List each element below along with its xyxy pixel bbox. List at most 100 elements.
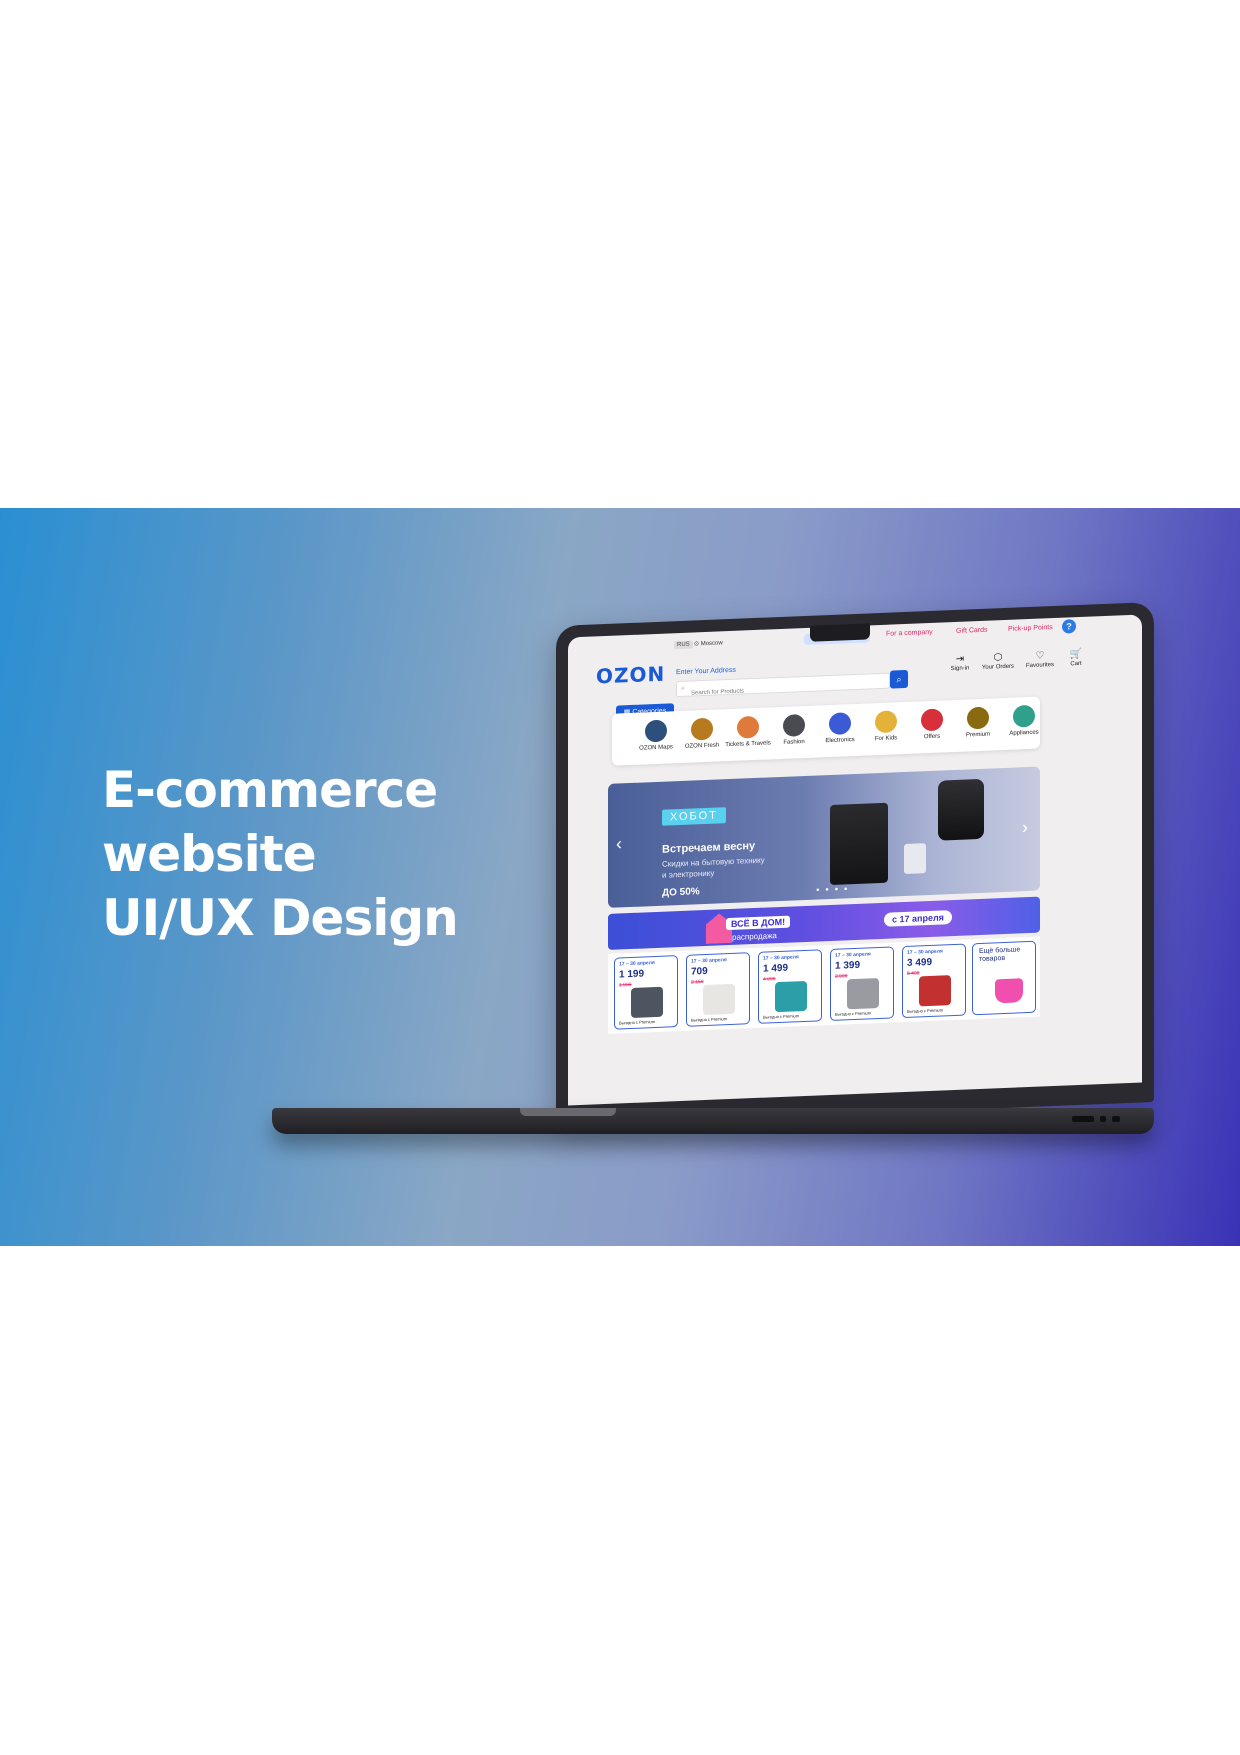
product-date: 17 – 30 апреля [619, 960, 655, 968]
city-selector[interactable]: ⊙ Moscow [694, 639, 723, 647]
account-cart-button[interactable]: 🛒 Cart [1056, 648, 1096, 668]
product-image [847, 978, 879, 1010]
laptop-base [272, 1108, 1154, 1134]
category-item[interactable]: OZON Maps [632, 719, 680, 753]
laptop-mockup: RUS ⊙ Moscow Become a seller For a compa… [0, 508, 1240, 1246]
account-heart-button[interactable]: ♡ Favourites [1020, 650, 1060, 670]
category-item[interactable]: Fashion [770, 713, 818, 747]
product-footer: Выгодно с Premium [907, 1007, 944, 1014]
gift-cards-link[interactable]: Gift Cards [956, 627, 988, 635]
promo-badge: ВСЁ В ДОМ! [726, 915, 791, 931]
account-label: Sign-in [950, 665, 970, 673]
product-old-price: 5 499 [907, 970, 920, 977]
category-item[interactable]: Offers [908, 708, 956, 742]
category-icon [737, 715, 759, 739]
product-date: 17 – 30 апреля [835, 951, 871, 959]
ozon-logo[interactable]: OZON [596, 662, 665, 689]
category-label: For Kids [874, 735, 898, 743]
search-button[interactable]: ⌕ [890, 669, 908, 689]
hero-subtitle-2: и электронику [662, 868, 715, 880]
hero-banner: E-commerce website UI/UX Design RUS ⊙ Mo… [0, 508, 1240, 1246]
product-price: 1 399 [835, 959, 861, 972]
product-card[interactable]: 17 – 30 апреля 1 399 2 999 Выгодно с Premiu… [830, 946, 894, 1021]
product-image [775, 980, 807, 1013]
category-item[interactable]: Electronics [816, 712, 864, 746]
category-item[interactable]: Appliances [1000, 704, 1048, 738]
laptop-lid: RUS ⊙ Moscow Become a seller For a compa… [556, 601, 1154, 1126]
product-price: 1 499 [763, 962, 789, 975]
product-price: 709 [691, 965, 708, 978]
product-date: 17 – 30 апреля [907, 948, 943, 956]
chevron-left-icon[interactable]: ‹ [616, 833, 622, 854]
product-old-price: 1 999 [619, 981, 632, 989]
search-icon: ⌕ [896, 674, 902, 685]
account-sign-in-button[interactable]: ⇥ Sign-in [940, 653, 980, 673]
category-icon [645, 719, 667, 743]
sign-in-icon: ⇥ [955, 653, 965, 665]
product-image [631, 986, 663, 1018]
heart-icon: ♡ [1035, 650, 1045, 662]
category-label: Electronics [825, 737, 855, 745]
category-label: OZON Fresh [684, 742, 720, 750]
category-item[interactable]: For Kids [862, 710, 910, 744]
brand-logo: ХОБОТ [662, 807, 726, 826]
category-icon [691, 717, 713, 741]
product-old-price: 2 999 [835, 973, 848, 980]
hero-discount: ДО 50% [662, 886, 700, 899]
product-card[interactable]: 17 – 30 апреля 3 499 5 499 Выгодно с Premiu… [902, 943, 966, 1019]
category-icon [967, 706, 989, 730]
product-old-price: 4 099 [763, 976, 776, 983]
search-input[interactable] [691, 679, 871, 701]
product-cards: Ещё больше товаров 17 – 30 апреля 1 199 1 … [608, 936, 1040, 1034]
coffee-machine-image [830, 802, 888, 885]
category-item[interactable]: Tickets & Travels [724, 715, 772, 749]
product-image [919, 975, 951, 1007]
slider-dots[interactable]: ● ● ● ● [816, 886, 850, 893]
hero-subtitle-1: Скидки на бытовую технику [662, 855, 765, 869]
category-label: Fashion [783, 739, 805, 746]
category-item[interactable]: OZON Fresh [678, 717, 726, 751]
category-label: Tickets & Travels [725, 740, 771, 749]
pickup-points-link[interactable]: Pick-up Points [1008, 624, 1053, 633]
product-footer: Выгодно с Premium [619, 1019, 656, 1026]
product-card[interactable]: 17 – 30 апреля 1 199 1 999 Выгодно с Premiu… [614, 955, 678, 1030]
air-fryer-image [938, 778, 984, 841]
search-box: ⌕ [676, 672, 890, 701]
laptop-port [1112, 1116, 1120, 1122]
account-label: Your Orders [981, 663, 1015, 671]
language-selector[interactable]: RUS [674, 640, 693, 650]
hero-title: Встречаем весну [662, 840, 756, 856]
chevron-right-icon[interactable]: › [1022, 817, 1028, 838]
category-item[interactable]: Premium [954, 706, 1002, 740]
cup-image [904, 843, 926, 875]
address-link[interactable]: Enter Your Address [676, 667, 736, 676]
product-footer: Выгодно с Premium [763, 1013, 800, 1020]
product-card[interactable]: 17 – 30 апреля 1 499 4 099 Выгодно с Premiu… [758, 949, 822, 1024]
product-old-price: 2 150 [691, 979, 704, 986]
city-label: Moscow [700, 640, 723, 648]
account-label: Cart [1070, 660, 1082, 668]
laptop-port [1072, 1116, 1094, 1122]
product-card[interactable]: 17 – 30 апреля 709 2 150 Выгодно с Premium [686, 952, 750, 1027]
product-footer: Выгодно с Premium [691, 1016, 728, 1023]
laptop-screen: RUS ⊙ Moscow Become a seller For a compa… [568, 614, 1142, 1106]
for-company-link[interactable]: For a company [886, 629, 933, 638]
product-date: 17 – 30 апреля [763, 954, 799, 962]
promo-sale-label: распродажа [732, 931, 777, 942]
product-image [703, 983, 735, 1016]
account-label: Favourites [1025, 661, 1054, 670]
category-label: Appliances [1009, 729, 1039, 737]
category-panel: OZON Maps OZON Fresh Tickets & Travels Fash… [612, 696, 1040, 766]
category-label: Offers [923, 733, 941, 741]
category-icon [1013, 704, 1035, 728]
product-price: 3 499 [907, 956, 933, 969]
help-icon[interactable]: ? [1062, 619, 1076, 634]
category-icon [875, 710, 897, 734]
more-products-card[interactable]: Ещё больше товаров [972, 940, 1036, 1016]
camera-notch [810, 623, 870, 642]
category-icon [783, 713, 805, 737]
category-label: OZON Maps [639, 744, 673, 752]
product-price: 1 199 [619, 968, 645, 981]
account-box-button[interactable]: ⬡ Your Orders [978, 651, 1018, 671]
product-footer: Выгодно с Premium [835, 1010, 872, 1017]
